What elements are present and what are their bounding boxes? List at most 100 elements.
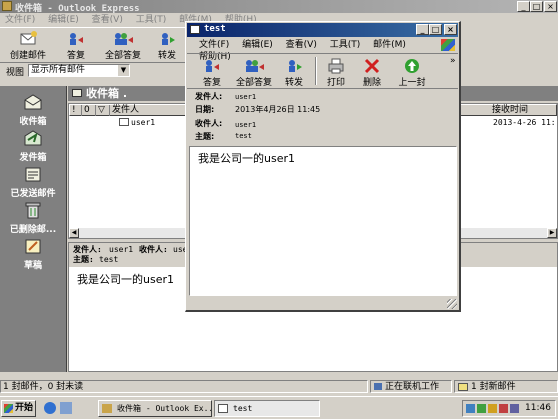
- view-bar: 视图 显示所有邮件 ▼: [0, 63, 186, 79]
- outbox-icon: [24, 130, 42, 146]
- preview-body: 我是公司一的user1: [77, 273, 174, 286]
- start-button[interactable]: 开始: [1, 400, 36, 417]
- network-icon: [374, 383, 382, 390]
- col-flag[interactable]: ▽: [96, 105, 110, 116]
- ie-icon[interactable]: [44, 402, 56, 414]
- msg-minimize-button[interactable]: _: [416, 24, 429, 35]
- forward-icon: [162, 33, 175, 45]
- drafts-icon: [25, 239, 41, 254]
- header-to-value: user1: [235, 121, 257, 129]
- col-attachment[interactable]: 0: [82, 105, 96, 116]
- trash-icon: [25, 202, 41, 219]
- msg-maximize-button[interactable]: □: [429, 24, 442, 35]
- header-to-label: 收件人:: [195, 119, 223, 128]
- message-window-icon: [190, 25, 200, 34]
- col-from[interactable]: 发件人: [110, 105, 188, 116]
- message-toolbar: 答复 全部答复 转发 打印 删除 上一封 »: [187, 53, 458, 89]
- col-priority[interactable]: !: [70, 105, 82, 116]
- msg-close-button[interactable]: ×: [444, 24, 457, 35]
- msg-previous-button[interactable]: 上一封: [395, 57, 429, 88]
- header-from-value: user1: [235, 93, 257, 101]
- message-window-title: test: [204, 24, 226, 34]
- delete-icon: [364, 58, 380, 74]
- status-new-mail[interactable]: 1 封新邮件: [454, 380, 558, 393]
- message-sender: user1: [131, 118, 156, 127]
- header-from-label: 发件人:: [195, 92, 223, 101]
- scroll-left-button[interactable]: ◀: [69, 228, 79, 238]
- message-body-text: 我是公司一的user1: [198, 152, 295, 165]
- msg-reply-button[interactable]: 答复: [197, 57, 227, 88]
- desktop-icon[interactable]: [60, 402, 72, 414]
- tray-icon-4[interactable]: [499, 404, 508, 413]
- preview-to-label: 收件人:: [139, 245, 168, 254]
- msg-menu-tools[interactable]: 工具(T): [325, 39, 366, 51]
- forward-button[interactable]: 转发: [150, 30, 184, 61]
- outbar-sent[interactable]: 已发送邮件: [0, 164, 66, 199]
- msg-menu-file[interactable]: 文件(F): [194, 39, 234, 51]
- mail-notify-icon: [458, 383, 468, 391]
- scroll-right-button[interactable]: ▶: [547, 228, 557, 238]
- header-subject-value: test: [235, 132, 252, 140]
- tray-icon-2[interactable]: [477, 404, 486, 413]
- message-received: 2013-4-26 11:: [493, 118, 556, 127]
- msg-delete-button[interactable]: 删除: [357, 57, 387, 88]
- msg-reply-all-button[interactable]: 全部答复: [231, 57, 277, 88]
- msg-print-button[interactable]: 打印: [321, 57, 351, 88]
- sent-items-icon: [25, 167, 41, 182]
- main-close-button[interactable]: ×: [544, 1, 557, 12]
- task-test[interactable]: test: [214, 400, 320, 417]
- menu-file[interactable]: 文件(F): [0, 14, 40, 26]
- menu-view[interactable]: 查看(V): [87, 14, 128, 26]
- reply-all-icon: [115, 33, 133, 45]
- tray-icon-3[interactable]: [488, 404, 497, 413]
- outbar-inbox[interactable]: 收件箱: [0, 92, 66, 127]
- task-inbox[interactable]: 收件箱 - Outlook Ex...: [98, 400, 212, 417]
- message-window: test _ □ × 文件(F) 编辑(E) 查看(V) 工具(T) 邮件(M)…: [185, 21, 461, 312]
- tray-icon-1[interactable]: [466, 404, 475, 413]
- reply-all-button[interactable]: 全部答复: [98, 30, 148, 61]
- header-date-label: 日期:: [195, 105, 215, 114]
- main-maximize-button[interactable]: □: [530, 1, 543, 12]
- forward-icon: [289, 60, 302, 72]
- main-window-title: 收件箱 - Outlook Express: [15, 4, 140, 14]
- menu-edit[interactable]: 编辑(E): [43, 14, 84, 26]
- resize-grip-icon[interactable]: [447, 299, 457, 309]
- view-select[interactable]: 显示所有邮件 ▼: [28, 64, 130, 77]
- outbar-drafts[interactable]: 草稿: [0, 236, 66, 271]
- main-title-bar[interactable]: 收件箱 - Outlook Express: [0, 0, 558, 14]
- clock[interactable]: 11:46: [525, 403, 551, 413]
- msg-menu-view[interactable]: 查看(V): [281, 39, 322, 51]
- status-online: 正在联机工作: [370, 380, 452, 393]
- message-title-bar[interactable]: test _ □ ×: [187, 23, 458, 37]
- outbar-deleted[interactable]: 已删除邮...: [0, 200, 66, 235]
- main-minimize-button[interactable]: _: [517, 1, 530, 12]
- preview-from-value: user1: [109, 245, 134, 254]
- col-received[interactable]: 接收时间: [490, 105, 558, 116]
- reply-icon: [70, 33, 83, 45]
- windows-logo-icon: [4, 404, 13, 413]
- message-body[interactable]: 我是公司一的user1: [189, 146, 457, 296]
- view-label: 视图: [6, 68, 25, 78]
- main-status-bar: 1 封邮件，0 封未读 正在联机工作 1 封新邮件: [0, 380, 558, 393]
- outlook-bar: 收件箱 发件箱 已发送邮件 已删除邮... 草稿: [0, 86, 67, 372]
- menu-tools[interactable]: 工具(T): [131, 14, 172, 26]
- msg-menu-message[interactable]: 邮件(M): [368, 39, 411, 51]
- preview-subject-value: test: [99, 255, 119, 264]
- reply-all-icon: [246, 60, 264, 72]
- msg-menu-edit[interactable]: 编辑(E): [237, 39, 278, 51]
- inbox-icon: [24, 94, 42, 110]
- outbar-outbox[interactable]: 发件箱: [0, 128, 66, 163]
- chevron-down-icon[interactable]: ▼: [118, 65, 129, 76]
- create-mail-button[interactable]: 创建邮件: [4, 30, 52, 61]
- toolbar-more-chevron[interactable]: »: [450, 56, 456, 66]
- msg-forward-button[interactable]: 转发: [279, 57, 309, 88]
- reply-button[interactable]: 答复: [58, 30, 94, 61]
- arrow-up-icon: [405, 59, 419, 73]
- folder-title: 收件箱 .: [86, 87, 128, 100]
- outlook-app-icon: [2, 1, 12, 11]
- message-task-icon: [218, 404, 228, 413]
- message-menu-bar: 文件(F) 编辑(E) 查看(V) 工具(T) 邮件(M) 帮助(H): [194, 39, 434, 62]
- windows-flag-icon: [441, 39, 455, 51]
- new-mail-icon: [20, 31, 37, 45]
- tray-icon-5[interactable]: [510, 404, 519, 413]
